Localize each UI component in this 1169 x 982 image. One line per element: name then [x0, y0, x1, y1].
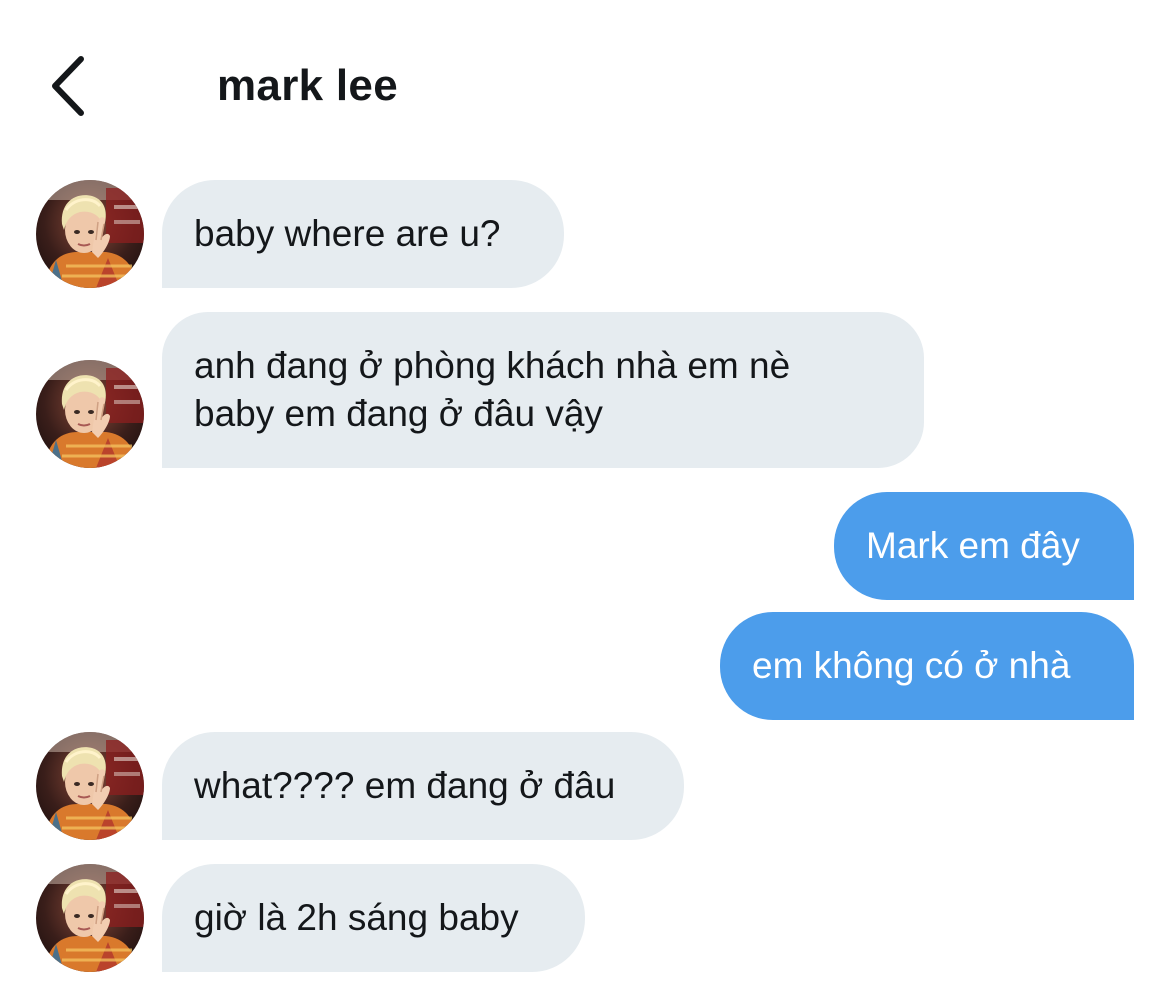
chat-header: mark lee — [0, 0, 1169, 170]
back-button[interactable] — [36, 52, 98, 120]
outgoing-message-bubble[interactable]: Mark em đây — [834, 492, 1134, 600]
outgoing-message-bubble[interactable]: em không có ở nhà — [720, 612, 1134, 720]
avatar[interactable] — [36, 732, 144, 840]
message-text-line: anh đang ở phòng khách nhà em nè — [194, 345, 791, 386]
message-row: Mark em đây — [0, 492, 1169, 600]
message-row: giờ là 2h sáng baby — [0, 864, 1169, 972]
avatar[interactable] — [36, 180, 144, 288]
message-text: what???? em đang ở đâu — [194, 765, 616, 806]
message-text-line: baby em đang ở đâu vậy — [194, 393, 603, 434]
incoming-message-bubble[interactable]: giờ là 2h sáng baby — [162, 864, 585, 972]
incoming-message-bubble[interactable]: what???? em đang ở đâu — [162, 732, 684, 840]
message-text: giờ là 2h sáng baby — [194, 897, 519, 938]
incoming-message-bubble[interactable]: baby where are u? — [162, 180, 564, 288]
message-row: what???? em đang ở đâu — [0, 732, 1169, 840]
conversation-title: mark lee — [217, 61, 398, 110]
message-row: em không có ở nhà — [0, 612, 1169, 720]
message-text: Mark em đây — [866, 525, 1080, 566]
message-text: baby where are u? — [194, 213, 501, 254]
chevron-left-icon — [52, 56, 84, 116]
message-row: anh đang ở phòng khách nhà em nè baby em… — [0, 312, 1169, 468]
avatar[interactable] — [36, 360, 144, 468]
avatar[interactable] — [36, 864, 144, 972]
message-row: baby where are u? — [0, 180, 1169, 288]
message-text: em không có ở nhà — [752, 645, 1071, 686]
incoming-message-bubble[interactable]: anh đang ở phòng khách nhà em nè baby em… — [162, 312, 924, 468]
